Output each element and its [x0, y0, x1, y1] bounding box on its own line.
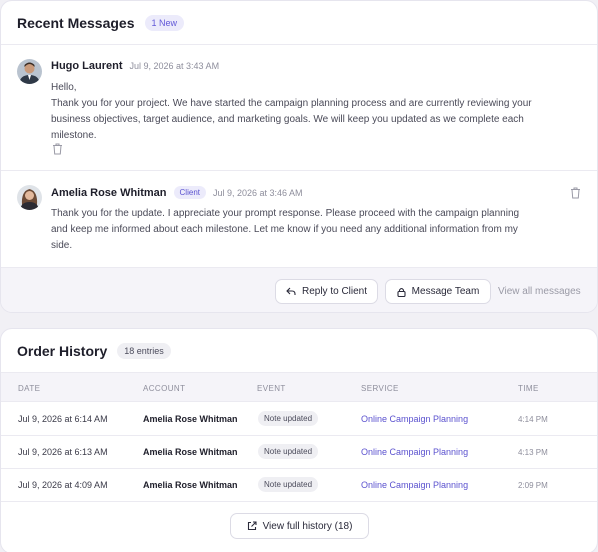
- view-full-history-button[interactable]: View full history (18): [230, 513, 369, 539]
- view-all-messages-link[interactable]: View all messages: [498, 286, 581, 297]
- message-timestamp: Jul 9, 2026 at 3:43 AM: [129, 61, 220, 71]
- column-header-account: ACCOUNT: [143, 384, 186, 393]
- new-messages-badge: 1 New: [144, 14, 185, 31]
- message-body: Thank you for the update. I appreciate y…: [51, 206, 571, 254]
- row-account: Amelia Rose Whitman: [143, 480, 238, 490]
- row-account: Amelia Rose Whitman: [143, 447, 238, 457]
- order-history-card: Order History 18 entries DATE ACCOUNT EV…: [0, 328, 598, 552]
- row-time: 4:14 PM: [518, 415, 548, 424]
- view-full-history-label: View full history (18): [262, 520, 353, 532]
- row-time: 2:09 PM: [518, 481, 548, 490]
- trash-icon[interactable]: [52, 142, 63, 155]
- row-account: Amelia Rose Whitman: [143, 414, 238, 424]
- message-line: milestone.: [51, 130, 97, 141]
- order-table-header: DATE ACCOUNT EVENT SERVICE TIME: [1, 373, 597, 402]
- reply-arrow-icon: [286, 287, 296, 295]
- message-line: and keep me informed about each mileston…: [51, 224, 518, 235]
- recent-messages-card: Recent Messages 1 New Hugo Laurent Jul 9…: [0, 0, 598, 313]
- external-link-icon: [247, 521, 257, 531]
- message-author: Hugo Laurent: [51, 60, 123, 72]
- message-line: business objectives, target audience, an…: [51, 114, 524, 125]
- message-team-label: Message Team: [411, 286, 480, 297]
- order-history-title: Order History: [17, 342, 108, 359]
- message-item: Amelia Rose Whitman Client Jul 9, 2026 a…: [1, 172, 597, 266]
- row-service-link[interactable]: Online Campaign Planning: [361, 414, 468, 424]
- reply-to-client-button[interactable]: Reply to Client: [275, 279, 378, 304]
- recent-messages-header: Recent Messages 1 New: [1, 1, 597, 45]
- message-line: side.: [51, 240, 73, 251]
- message-actions-bar: Reply to Client Message Team View all me…: [1, 267, 597, 312]
- avatar: [17, 59, 42, 84]
- trash-icon[interactable]: [570, 186, 581, 199]
- column-header-service: SERVICE: [361, 384, 399, 393]
- column-header-event: EVENT: [257, 384, 286, 393]
- message-author: Amelia Rose Whitman: [51, 186, 167, 199]
- message-team-button[interactable]: Message Team: [385, 279, 491, 304]
- row-event-badge: Note updated: [258, 477, 319, 492]
- message-body: Hello, Thank you for your project. We ha…: [51, 80, 571, 144]
- recent-messages-title: Recent Messages: [17, 14, 135, 31]
- message-timestamp: Jul 9, 2026 at 3:46 AM: [212, 187, 303, 198]
- row-event-badge: Note updated: [258, 411, 319, 426]
- lock-icon: [397, 287, 406, 297]
- column-header-date: DATE: [18, 384, 41, 393]
- row-time: 4:13 PM: [518, 448, 548, 457]
- entries-count-badge: 18 entries: [117, 342, 171, 359]
- message-line: Thank you for the update. I appreciate y…: [51, 208, 520, 219]
- column-header-time: TIME: [518, 384, 539, 393]
- message-item: Hugo Laurent Jul 9, 2026 at 3:43 AM Hell…: [1, 46, 597, 171]
- table-row: Jul 9, 2026 at 6:14 AM Amelia Rose Whitm…: [1, 403, 597, 436]
- message-line: Thank you for your project. We have star…: [51, 98, 532, 109]
- row-service-link[interactable]: Online Campaign Planning: [361, 447, 468, 457]
- row-date: Jul 9, 2026 at 6:13 AM: [18, 447, 108, 457]
- row-event-badge: Note updated: [258, 444, 319, 459]
- message-line: Hello,: [51, 82, 77, 93]
- table-row: Jul 9, 2026 at 4:09 AM Amelia Rose Whitm…: [1, 469, 597, 502]
- avatar: [17, 185, 42, 210]
- row-date: Jul 9, 2026 at 6:14 AM: [18, 414, 108, 424]
- reply-to-client-label: Reply to Client: [301, 286, 368, 297]
- order-history-header: Order History 18 entries: [1, 329, 597, 373]
- row-service-link[interactable]: Online Campaign Planning: [361, 480, 468, 490]
- table-row: Jul 9, 2026 at 6:13 AM Amelia Rose Whitm…: [1, 436, 597, 469]
- client-role-badge: Client: [173, 186, 206, 199]
- row-date: Jul 9, 2026 at 4:09 AM: [18, 480, 108, 490]
